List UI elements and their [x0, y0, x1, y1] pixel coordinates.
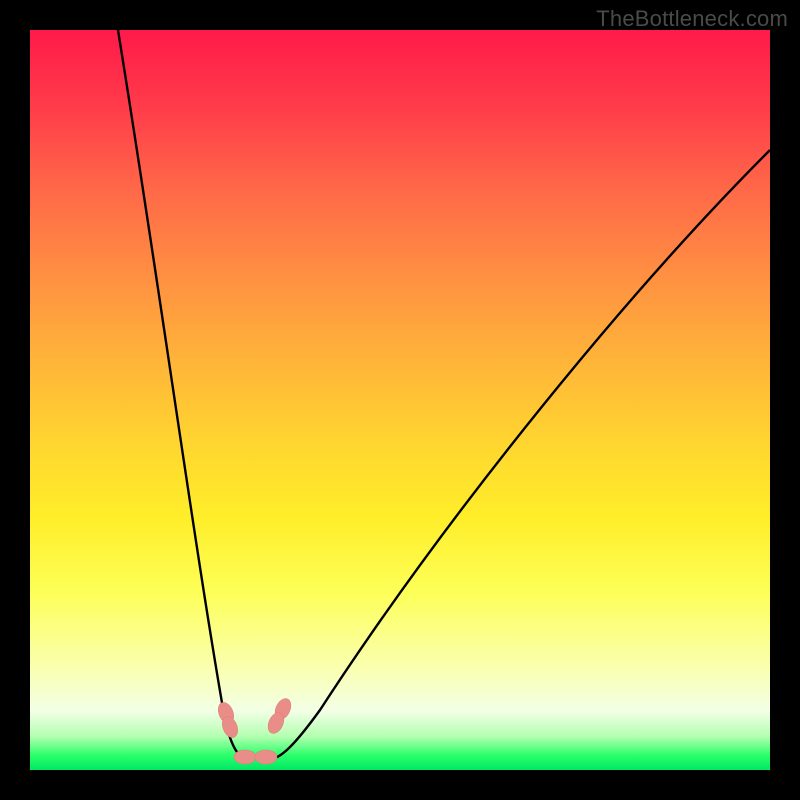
curve-marker	[255, 750, 277, 764]
chart-svg	[30, 30, 770, 770]
watermark-text: TheBottleneck.com	[596, 6, 788, 32]
curve-left	[118, 30, 248, 759]
curve-right	[270, 150, 770, 759]
chart-area	[30, 30, 770, 770]
curve-marker	[234, 750, 256, 764]
